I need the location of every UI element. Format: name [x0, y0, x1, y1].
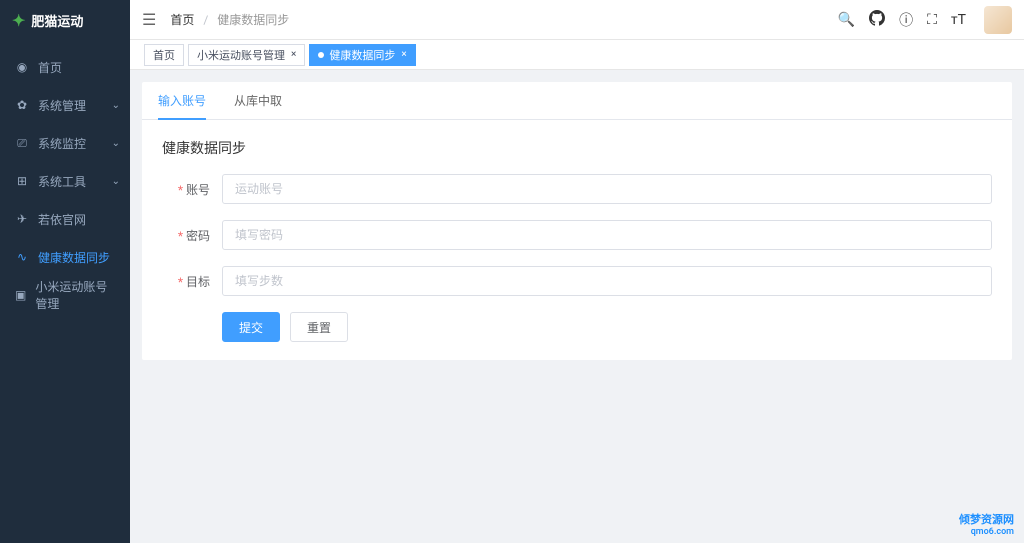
- tools-icon: ⊞: [14, 174, 30, 188]
- search-icon[interactable]: 🔍: [838, 12, 855, 28]
- user-icon: ▣: [14, 288, 27, 302]
- logo: ✦ 肥猫运动: [0, 0, 130, 40]
- gear-icon: ✿: [14, 98, 30, 112]
- tab-xiaomi-account[interactable]: 小米运动账号管理 ×: [188, 44, 305, 66]
- sidebar-menu: ◉ 首页 ✿ 系统管理 ⌄ ⎚ 系统监控 ⌄ ⊞ 系统工具 ⌄ ✈ 若依官网: [0, 40, 130, 543]
- close-icon[interactable]: ×: [291, 49, 296, 60]
- help-icon[interactable]: ⓘ: [899, 10, 913, 30]
- sidebar-item-system-monitor[interactable]: ⎚ 系统监控 ⌄: [0, 124, 130, 162]
- breadcrumb-current: 健康数据同步: [217, 13, 289, 27]
- content-area: 输入账号 从库中取 健康数据同步 *账号 *密码: [130, 70, 1024, 543]
- tab-home[interactable]: 首页: [144, 44, 184, 66]
- sidebar-item-system-tools[interactable]: ⊞ 系统工具 ⌄: [0, 162, 130, 200]
- sidebar-item-label: 系统管理: [38, 97, 86, 114]
- sidebar-item-system-manage[interactable]: ✿ 系统管理 ⌄: [0, 86, 130, 124]
- account-input[interactable]: [222, 174, 992, 204]
- form-row-account: *账号: [162, 174, 992, 204]
- fullscreen-icon[interactable]: ⛶: [927, 12, 937, 28]
- logo-icon: ✦: [12, 11, 25, 30]
- sidebar-item-ruoyi-site[interactable]: ✈ 若依官网: [0, 200, 130, 238]
- sidebar-item-label: 系统工具: [38, 173, 86, 190]
- form-row-target: *目标: [162, 266, 992, 296]
- avatar[interactable]: [984, 6, 1012, 34]
- inner-tab-label: 输入账号: [158, 94, 206, 108]
- app-name: 肥猫运动: [31, 11, 83, 30]
- sidebar-item-label: 首页: [38, 59, 62, 76]
- monitor-icon: ⎚: [14, 136, 30, 151]
- tab-label: 健康数据同步: [329, 47, 395, 63]
- inner-tab-label: 从库中取: [234, 94, 282, 108]
- tab-health-sync[interactable]: 健康数据同步 ×: [309, 44, 415, 66]
- account-label: *账号: [162, 181, 222, 198]
- form-row-password: *密码: [162, 220, 992, 250]
- breadcrumb: 首页 / 健康数据同步: [170, 11, 837, 28]
- watermark: 倾梦资源网 qmo6.com: [959, 511, 1014, 537]
- target-input[interactable]: [222, 266, 992, 296]
- breadcrumb-home[interactable]: 首页: [170, 13, 194, 27]
- tab-label: 首页: [153, 47, 175, 63]
- inner-tabs: 输入账号 从库中取: [142, 82, 1012, 120]
- sidebar-item-label: 若依官网: [38, 211, 86, 228]
- watermark-url: qmo6.com: [959, 527, 1014, 537]
- chevron-down-icon: ⌄: [112, 176, 120, 187]
- sidebar: ✦ 肥猫运动 ◉ 首页 ✿ 系统管理 ⌄ ⎚ 系统监控 ⌄ ⊞ 系统工具 ⌄: [0, 0, 130, 543]
- inner-tab-input-account[interactable]: 输入账号: [158, 82, 206, 119]
- breadcrumb-separator: /: [203, 13, 208, 27]
- form-card: 输入账号 从库中取 健康数据同步 *账号 *密码: [142, 82, 1012, 360]
- header-actions: 🔍 ⓘ ⛶ тT: [838, 6, 1012, 34]
- password-input[interactable]: [222, 220, 992, 250]
- sidebar-item-xiaomi-account[interactable]: ▣ 小米运动账号管理: [0, 276, 130, 314]
- sidebar-item-label: 小米运动账号管理: [35, 278, 116, 312]
- chevron-down-icon: ⌄: [112, 100, 120, 111]
- active-dot-icon: [318, 52, 324, 58]
- form-section: 健康数据同步 *账号 *密码 *目标 提交 重置: [142, 120, 1012, 360]
- sidebar-item-home[interactable]: ◉ 首页: [0, 48, 130, 86]
- inner-tab-from-library[interactable]: 从库中取: [234, 82, 282, 119]
- tab-label: 小米运动账号管理: [197, 47, 285, 63]
- form-title: 健康数据同步: [162, 138, 992, 158]
- main-area: ☰ 首页 / 健康数据同步 🔍 ⓘ ⛶ тT 首页 小米运动账号管理 ×: [130, 0, 1024, 543]
- watermark-text: 倾梦资源网: [959, 513, 1014, 526]
- github-icon[interactable]: [869, 10, 885, 30]
- sync-icon: ∿: [14, 250, 30, 264]
- home-icon: ◉: [14, 60, 30, 74]
- font-size-icon[interactable]: тT: [951, 12, 966, 28]
- chevron-down-icon: ⌄: [112, 138, 120, 149]
- form-actions: 提交 重置: [162, 312, 992, 342]
- password-label: *密码: [162, 227, 222, 244]
- reset-button[interactable]: 重置: [290, 312, 348, 342]
- target-label: *目标: [162, 273, 222, 290]
- close-icon[interactable]: ×: [401, 49, 406, 60]
- sidebar-item-label: 系统监控: [38, 135, 86, 152]
- submit-button[interactable]: 提交: [222, 312, 280, 342]
- header: ☰ 首页 / 健康数据同步 🔍 ⓘ ⛶ тT: [130, 0, 1024, 40]
- hamburger-icon[interactable]: ☰: [142, 10, 156, 29]
- tabs-bar: 首页 小米运动账号管理 × 健康数据同步 ×: [130, 40, 1024, 70]
- sidebar-item-health-sync[interactable]: ∿ 健康数据同步: [0, 238, 130, 276]
- plane-icon: ✈: [14, 212, 30, 226]
- sidebar-item-label: 健康数据同步: [38, 249, 110, 266]
